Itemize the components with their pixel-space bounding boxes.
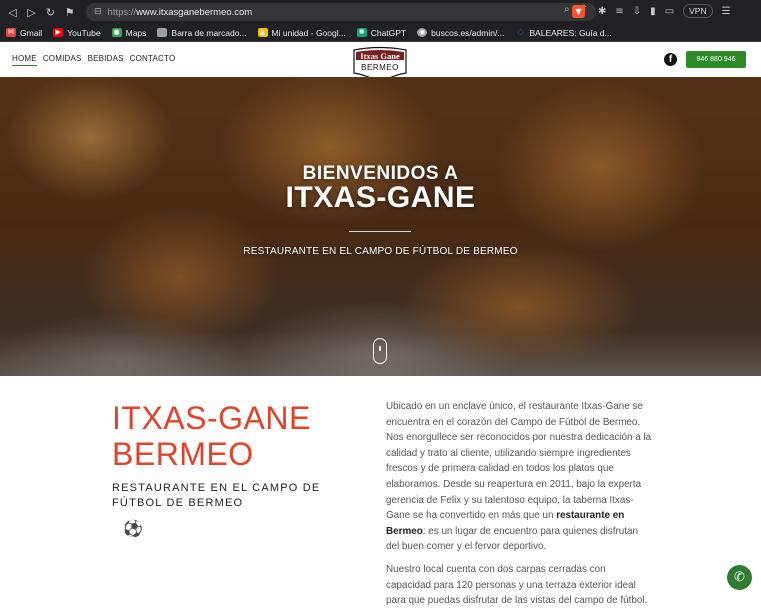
downloads-icon[interactable]: ⇩: [633, 6, 641, 17]
facebook-icon[interactable]: f: [664, 53, 677, 66]
logo-line2: BERMEO: [361, 63, 399, 72]
nav-bebidas[interactable]: BEBIDAS: [88, 54, 124, 66]
about-paragraph-2: Nuestro local cuenta con dos carpas cerr…: [386, 564, 648, 607]
globe-icon: ◉: [417, 28, 428, 37]
hero-overlay: [0, 77, 761, 376]
back-icon[interactable]: ◁: [3, 6, 22, 19]
bookmark-maps[interactable]: ● Maps: [111, 28, 146, 38]
section-subtitle: RESTAURANTE EN EL CAMPO DE FÚTBOL DE BER…: [112, 482, 321, 509]
playlist-icon[interactable]: ≡: [615, 6, 623, 17]
nav-contacto[interactable]: CONTACTO: [130, 54, 176, 66]
browser-toolbar: ◁ ▷ ↻ ⚑ ⊟ https://www.itxasganebermeo.co…: [0, 0, 761, 24]
site-info-icon[interactable]: ⊟: [94, 7, 102, 17]
bookmark-folder[interactable]: Barra de marcado...: [157, 28, 247, 38]
bookmark-youtube[interactable]: ▶ YouTube: [53, 28, 101, 38]
bookmark-drive[interactable]: ▲ Mi unidad - Googl...: [257, 28, 346, 38]
drive-icon: ▲: [257, 28, 268, 37]
wallet-icon[interactable]: ▭: [665, 6, 674, 17]
reload-icon[interactable]: ↻: [41, 6, 60, 19]
bookmark-baleares[interactable]: ◌ BALEARES: Guía d...: [515, 28, 611, 38]
site-header: HOME COMIDAS BEBIDAS CONTACTO Itxas Gane…: [0, 43, 761, 91]
logo-line1: Itxas Gane: [360, 51, 400, 61]
bookmark-icon[interactable]: ⚑: [60, 6, 79, 19]
folder-icon: [157, 28, 168, 37]
nav-home[interactable]: HOME: [12, 54, 37, 66]
section-title: ITXAS-GANE BERMEO: [112, 400, 311, 472]
about-section: ITXAS-GANE BERMEO RESTAURANTE EN EL CAMP…: [0, 376, 761, 606]
url-text: https://www.itxasganebermeo.com: [107, 6, 253, 18]
bookmarks-bar: M Gmail ▶ YouTube ● Maps Barra de marcado..…: [0, 24, 761, 42]
nav-comidas[interactable]: COMIDAS: [43, 54, 82, 66]
main-nav: HOME COMIDAS BEBIDAS CONTACTO: [12, 54, 175, 66]
forward-icon[interactable]: ▷: [22, 6, 41, 19]
bookmark-buscos[interactable]: ◉ buscos.es/admin/...: [417, 28, 504, 38]
brave-shields-icon[interactable]: ▼: [572, 5, 585, 18]
phone-button[interactable]: 946 880 946: [686, 51, 746, 68]
football-icon: ⚽: [123, 519, 143, 538]
hero-divider: [349, 231, 411, 232]
phone-call-button[interactable]: ✆: [727, 565, 752, 590]
hero-subtitle: RESTAURANTE EN EL CAMPO DE FÚTBOL DE BER…: [243, 246, 518, 257]
chatgpt-icon: ✺: [356, 28, 367, 37]
extensions-icon[interactable]: ✱: [598, 6, 606, 17]
menu-icon[interactable]: ☰: [722, 6, 731, 17]
hero-title: ITXAS-GANE: [285, 181, 476, 214]
sidebar-icon[interactable]: ▮: [650, 6, 656, 17]
gmail-icon: M: [6, 28, 16, 37]
youtube-icon: ▶: [53, 28, 64, 37]
scroll-down-indicator[interactable]: [373, 338, 387, 364]
bookmark-chatgpt[interactable]: ✺ ChatGPT: [356, 28, 406, 38]
bookmark-gmail[interactable]: M Gmail: [6, 28, 42, 38]
vpn-button[interactable]: VPN: [683, 4, 713, 18]
loading-icon: ◌: [517, 28, 524, 36]
address-bar[interactable]: ⊟ https://www.itxasganebermeo.com ⌕ ⇪: [86, 3, 596, 21]
maps-icon: ●: [111, 28, 122, 37]
about-paragraph-1: Ubicado en un enclave único, el restaura…: [386, 401, 652, 553]
zoom-icon[interactable]: ⌕: [564, 4, 570, 15]
hero-banner: BIENVENIDOS A ITXAS-GANE RESTAURANTE EN …: [0, 77, 761, 376]
